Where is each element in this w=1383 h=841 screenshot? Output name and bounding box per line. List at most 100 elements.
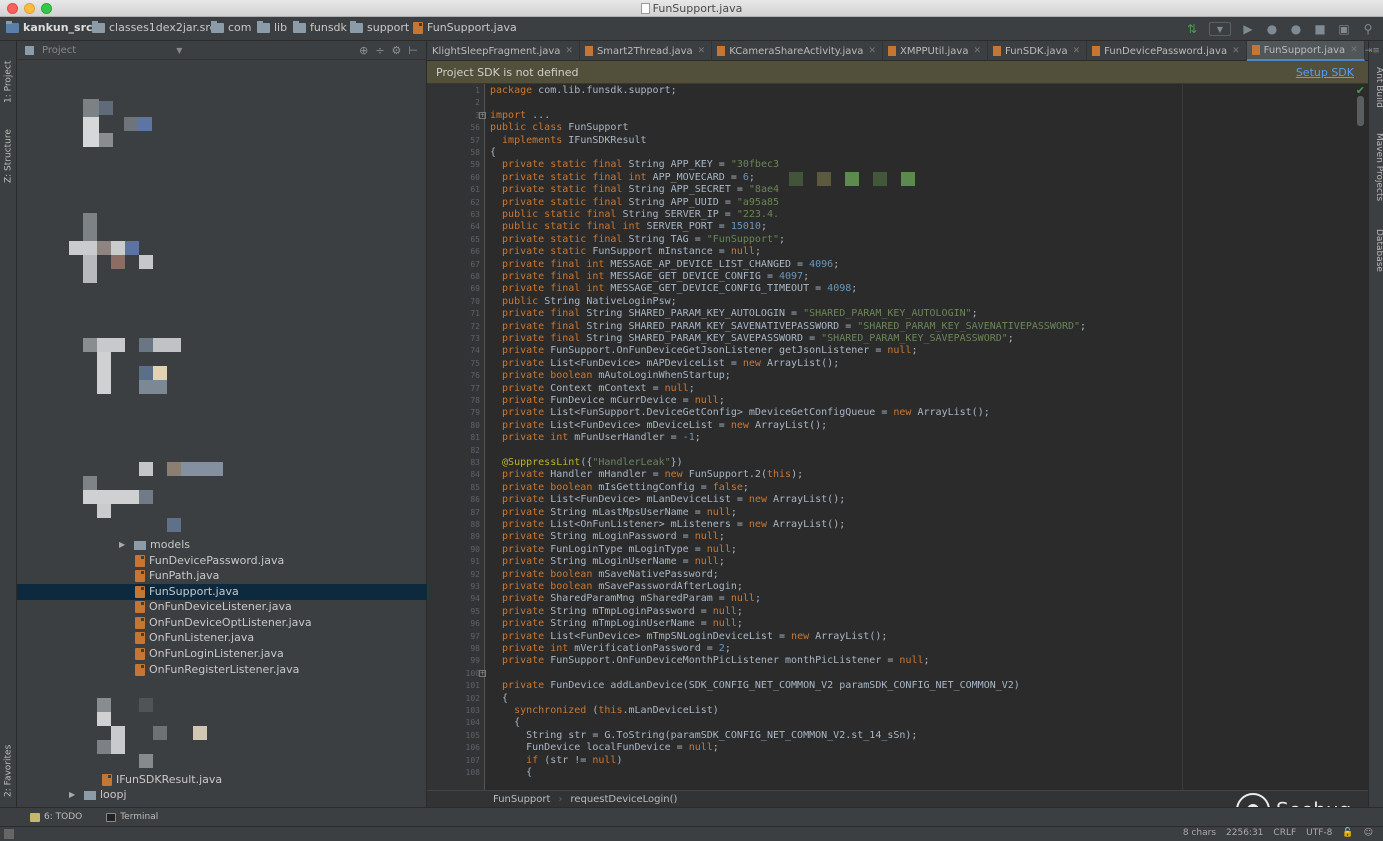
code-line[interactable]: private boolean mSaveNativePassword; xyxy=(490,569,719,581)
project-view-selector[interactable]: Project xyxy=(25,45,76,56)
code-line[interactable]: public static final int SERVER_PORT = 15… xyxy=(490,221,767,233)
close-icon[interactable]: ✕ xyxy=(868,46,876,56)
tree-file-selected[interactable]: FunSupport.java xyxy=(17,584,427,600)
breadcrumb-item[interactable]: funsdk xyxy=(293,20,347,34)
chevron-down-icon[interactable]: ▼ xyxy=(176,46,182,55)
sdk-manager-icon[interactable]: ▣ xyxy=(1337,22,1351,36)
tree-file[interactable]: FunPath.java xyxy=(135,568,427,584)
search-icon[interactable]: ⚲ xyxy=(1361,22,1375,36)
code-line[interactable]: private List<FunDevice> mTmpSNLoginDevic… xyxy=(490,631,887,643)
tab-kcamerashareactivity[interactable]: KCameraShareActivity.java ✕ xyxy=(712,41,883,61)
code-line[interactable]: private final String SHARED_PARAM_KEY_SA… xyxy=(490,333,1014,345)
code-line[interactable]: private static final String TAG = "FunSu… xyxy=(490,234,785,246)
close-icon[interactable]: ✕ xyxy=(698,46,706,56)
code-line[interactable]: private List<OnFunListener> mListeners =… xyxy=(490,519,845,531)
code-line[interactable]: private static final String APP_SECRET =… xyxy=(490,184,779,196)
scroll-from-source-icon[interactable]: ⊕ xyxy=(359,44,368,57)
tool-tab-favorites[interactable]: 2: Favorites xyxy=(1,731,16,797)
tool-tab-structure[interactable]: Z: Structure xyxy=(1,119,16,183)
code-line[interactable]: private List<FunDevice> mDeviceList = ne… xyxy=(490,420,827,432)
code-line[interactable]: @SuppressLint({"HandlerLeak"}) xyxy=(490,457,683,469)
file-encoding[interactable]: UTF-8 xyxy=(1306,828,1332,838)
stop-icon[interactable]: ■ xyxy=(1313,22,1327,36)
code-line[interactable]: private FunSupport.OnFunDeviceGetJsonLis… xyxy=(490,345,917,357)
tree-file[interactable]: OnFunLoginListener.java xyxy=(135,646,427,662)
code-line[interactable]: private FunDevice mCurrDevice = null; xyxy=(490,395,725,407)
chevron-right-icon[interactable]: ▶ xyxy=(119,537,129,553)
code-line[interactable]: private String mLoginUserName = null; xyxy=(490,556,725,568)
code-line[interactable]: private static final String APP_UUID = "… xyxy=(490,197,779,209)
close-icon[interactable]: ✕ xyxy=(565,46,573,56)
code-line[interactable]: private static final int APP_MOVECARD = … xyxy=(490,172,755,184)
close-icon[interactable]: ✕ xyxy=(973,46,981,56)
code-line[interactable]: private final String SHARED_PARAM_KEY_SA… xyxy=(490,321,1086,333)
code-line[interactable]: if (str != null) xyxy=(490,755,622,767)
collapse-all-icon[interactable]: ÷ xyxy=(375,44,384,57)
tree-folder-models[interactable]: ▶ models xyxy=(119,537,427,553)
run-icon[interactable]: ▶ xyxy=(1241,22,1255,36)
tree-file[interactable]: OnFunDeviceOptListener.java xyxy=(135,615,427,631)
code-line[interactable]: private String mLastMpsUserName = null; xyxy=(490,507,737,519)
code-line[interactable]: private int mFunUserHandler = -1; xyxy=(490,432,701,444)
fold-toggle-icon[interactable]: + xyxy=(479,669,486,677)
code-line[interactable]: private List<FunDevice> mAPDeviceList = … xyxy=(490,358,839,370)
debug-icon[interactable]: ● xyxy=(1265,22,1279,36)
breadcrumb-item[interactable]: FunSupport.java xyxy=(413,21,517,34)
tool-windows-toggle-icon[interactable] xyxy=(4,829,14,839)
code-line[interactable]: private final int MESSAGE_GET_DEVICE_CON… xyxy=(490,271,809,283)
build-icon[interactable]: ⇅ xyxy=(1185,22,1199,36)
code-line[interactable]: private final String SHARED_PARAM_KEY_AU… xyxy=(490,308,978,320)
tab-funsdk[interactable]: FunSDK.java ✕ xyxy=(988,41,1088,61)
close-icon[interactable]: ✕ xyxy=(1350,45,1358,55)
code-line[interactable]: private String mTmpLoginUserName = null; xyxy=(490,618,743,630)
code-line[interactable]: package com.lib.funsdk.support; xyxy=(490,85,677,97)
code-line[interactable]: private boolean mIsGettingConfig = false… xyxy=(490,482,749,494)
breadcrumb-item[interactable]: classes1dex2jar.src xyxy=(92,20,216,34)
tab-fundevicepassword[interactable]: FunDevicePassword.java ✕ xyxy=(1087,41,1247,61)
code-line[interactable]: public String NativeLoginPsw; xyxy=(490,296,677,308)
code-line[interactable]: private FunLoginType mLoginType = null; xyxy=(490,544,737,556)
tree-folder-loopj[interactable]: ▶ loopj xyxy=(69,787,419,803)
tree-file[interactable]: OnFunListener.java xyxy=(135,630,427,646)
tab-smart2thread[interactable]: Smart2Thread.java ✕ xyxy=(580,41,713,61)
code-line[interactable]: implements IFunSDKResult xyxy=(490,135,647,147)
code-line[interactable]: private FunDevice addLanDevice(SDK_CONFI… xyxy=(490,680,1020,692)
code-line[interactable]: private int mVerificationPassword = 2; xyxy=(490,643,731,655)
code-line[interactable]: private Handler mHandler = new FunSuppor… xyxy=(490,469,803,481)
code-line[interactable]: private Context mContext = null; xyxy=(490,383,695,395)
code-line[interactable]: private String mLoginPassword = null; xyxy=(490,531,725,543)
code-line[interactable]: public class FunSupport xyxy=(490,122,629,134)
code-editor[interactable]: 1 2 3 56 57 58 59 60 61 62 63 64 65 66 67 68 69 70 71 72 73 7… xyxy=(427,84,1368,790)
lock-icon[interactable]: 🔓 xyxy=(1342,828,1353,838)
code-line[interactable]: private FunSupport.OnFunDeviceMonthPicLi… xyxy=(490,655,930,667)
breadcrumb-method[interactable]: requestDeviceLogin() xyxy=(570,794,677,805)
code-line[interactable]: private SharedParamMng mSharedParam = nu… xyxy=(490,593,761,605)
tool-tab-maven[interactable]: Maven Projects xyxy=(1369,133,1383,209)
close-icon[interactable]: ✕ xyxy=(1073,46,1081,56)
inspector-icon[interactable]: ☺ xyxy=(1364,828,1373,838)
code-line[interactable]: synchronized (this.mLanDeviceList) xyxy=(490,705,719,717)
breadcrumb-item[interactable]: com xyxy=(211,20,252,34)
breadcrumb-item[interactable]: support xyxy=(350,20,409,34)
caret-position[interactable]: 2256:31 xyxy=(1226,828,1263,838)
breadcrumb-class[interactable]: FunSupport xyxy=(493,794,550,805)
tool-tab-terminal[interactable]: Terminal xyxy=(100,812,164,822)
coverage-icon[interactable]: ● xyxy=(1289,22,1303,36)
tab-overflow-menu[interactable]: ⇥≡ xyxy=(1365,41,1383,60)
tool-tab-ant-build[interactable]: Ant Build xyxy=(1369,67,1383,127)
code-line[interactable]: private List<FunDevice> mLanDeviceList =… xyxy=(490,494,845,506)
code-line[interactable]: private List<FunSupport.DeviceGetConfig>… xyxy=(490,407,990,419)
tab-xmpputil[interactable]: XMPPUtil.java ✕ xyxy=(883,41,988,61)
code-area[interactable]: package com.lib.funsdk.support; import ..… xyxy=(490,84,1368,790)
code-line[interactable]: private boolean mSavePasswordAfterLogin; xyxy=(490,581,743,593)
code-line[interactable]: public static final String SERVER_IP = "… xyxy=(490,209,779,221)
tree-file[interactable]: OnFunDeviceListener.java xyxy=(135,599,427,615)
breadcrumb-project[interactable]: kankun_src xyxy=(6,20,93,34)
code-line[interactable]: String str = G.ToString(paramSDK_CONFIG_… xyxy=(490,730,917,742)
code-line[interactable]: FunDevice localFunDevice = null; xyxy=(490,742,719,754)
tab-klightsleepfragment[interactable]: KlightSleepFragment.java ✕ xyxy=(427,41,580,61)
code-line[interactable]: { xyxy=(490,767,532,779)
run-config-dropdown[interactable]: ▼ xyxy=(1209,22,1231,36)
tree-file[interactable]: FunDevicePassword.java xyxy=(135,553,427,569)
code-line[interactable]: private static FunSupport mInstance = nu… xyxy=(490,246,761,258)
